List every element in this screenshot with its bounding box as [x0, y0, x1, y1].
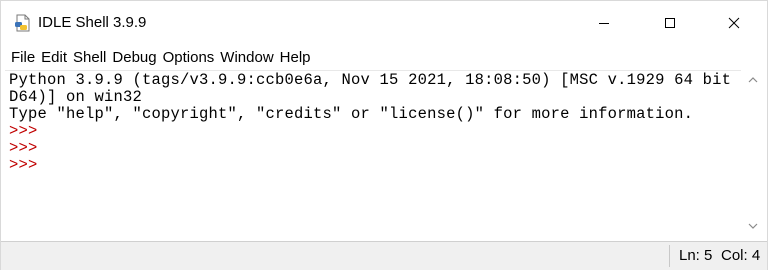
status-bar: Ln: 5 Col: 4 — [1, 241, 767, 270]
status-separator — [669, 245, 670, 267]
close-button[interactable] — [711, 1, 757, 45]
close-icon — [728, 17, 740, 29]
maximize-icon — [665, 18, 675, 28]
scroll-down-arrow-icon[interactable] — [748, 222, 758, 230]
shell-text-area[interactable]: Python 3.9.9 (tags/v3.9.9:ccb0e6a, Nov 1… — [5, 70, 741, 241]
window-title: IDLE Shell 3.9.9 — [38, 14, 147, 31]
menu-window[interactable]: Window — [217, 47, 276, 69]
maximize-button[interactable] — [647, 1, 693, 45]
python-file-icon — [15, 14, 30, 32]
shell-prompt: >>> — [9, 156, 38, 174]
scroll-up-arrow-icon[interactable] — [748, 76, 758, 84]
shell-line: D64)] on win32 — [9, 88, 143, 106]
menu-file[interactable]: File — [1, 47, 38, 69]
menu-shell[interactable]: Shell — [70, 47, 109, 69]
title-bar[interactable]: IDLE Shell 3.9.9 — [1, 1, 767, 45]
minimize-button[interactable] — [581, 1, 627, 45]
idle-shell-window: IDLE Shell 3.9.9 File Edit Shell Debug O… — [0, 0, 768, 270]
shell-prompt: >>> — [9, 122, 38, 140]
minimize-icon — [599, 23, 609, 24]
shell-prompt: >>> — [9, 139, 38, 157]
menu-help[interactable]: Help — [277, 47, 314, 69]
vertical-scrollbar[interactable] — [741, 70, 765, 240]
shell-output: Python 3.9.9 (tags/v3.9.9:ccb0e6a, Nov 1… — [9, 72, 741, 174]
status-line-number: Ln: 5 — [679, 247, 713, 264]
menu-edit[interactable]: Edit — [38, 47, 70, 69]
menu-options[interactable]: Options — [160, 47, 218, 69]
menu-bar: File Edit Shell Debug Options Window Hel… — [1, 47, 314, 69]
shell-line: Python 3.9.9 (tags/v3.9.9:ccb0e6a, Nov 1… — [9, 71, 741, 89]
status-column-number: Col: 4 — [721, 247, 761, 264]
shell-line: Type "help", "copyright", "credits" or "… — [9, 105, 694, 123]
menu-debug[interactable]: Debug — [109, 47, 159, 69]
